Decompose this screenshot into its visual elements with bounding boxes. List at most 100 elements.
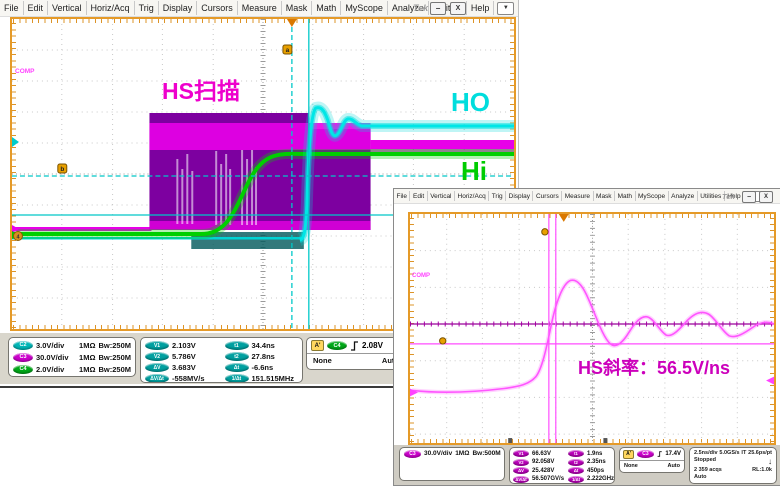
- cursor-handle-a[interactable]: [439, 337, 447, 345]
- measurement-row: ΔV/Δt -558MV/s: [145, 373, 219, 383]
- measurement-badge: V2: [513, 458, 529, 466]
- trigger-position-icon[interactable]: [286, 19, 297, 27]
- menu-overflow-button[interactable]: ▼: [497, 1, 515, 15]
- bottom-marker-2: [603, 438, 608, 443]
- menu-item[interactable]: Mask: [282, 1, 313, 15]
- measurement-row: t2 2.35ns: [568, 458, 614, 467]
- channel-readout-row[interactable]: C3 30.0V/div 1MΩ Bw:250M: [9, 351, 135, 363]
- channel-label-comp: COMP: [15, 68, 35, 75]
- channel-bandwidth: Bw:250M: [98, 340, 131, 350]
- measurement-value: 66.63V: [532, 450, 552, 457]
- measurement-row: t1 1.9ns: [568, 450, 614, 459]
- measurement-value: 151.515MHz: [251, 374, 295, 383]
- channel-readout-row[interactable]: C2 3.0V/div 1MΩ Bw:250M: [9, 339, 135, 351]
- menu-item[interactable]: Measure: [238, 1, 282, 15]
- channel-readouts: C2 3.0V/div 1MΩ Bw:250M C3 30.0V/div 1MΩ…: [8, 337, 136, 377]
- channel-scale: 30.0V/div: [36, 352, 69, 362]
- trigger-position-icon[interactable]: [558, 214, 569, 222]
- rising-edge-icon: [351, 340, 358, 351]
- measurement-badge: V1: [513, 450, 529, 458]
- svg-text:a: a: [286, 47, 290, 54]
- channel-badge: C2: [13, 340, 33, 350]
- measurement-value: 2.222GHz: [587, 476, 615, 483]
- minimize-button[interactable]: −: [742, 191, 756, 203]
- cursor-readouts: V1 2.103V V2 5.786V ΔV 3.683V ΔV/Δt -558…: [140, 337, 303, 383]
- menu-item[interactable]: File: [0, 1, 24, 15]
- menu-item[interactable]: Edit: [410, 191, 428, 201]
- measurement-value: -558MV/s: [172, 374, 205, 383]
- menu-item[interactable]: Vertical: [428, 191, 456, 201]
- trigger-level-marker[interactable]: [766, 376, 774, 385]
- measurement-value: 5.786V: [172, 352, 196, 361]
- trigger-readout: A' C4 2.08V None Auto: [306, 337, 406, 370]
- menu-item[interactable]: MyScope: [636, 191, 669, 201]
- menu-item[interactable]: File: [394, 191, 411, 201]
- cursor-readouts: V1 66.63V V2 92.058V ΔV 25.428V ΔV/Δt 56…: [509, 447, 615, 484]
- annotation-hi: Hi: [461, 156, 487, 186]
- menu-item[interactable]: Utilities: [698, 191, 725, 201]
- measurement-row: 1/Δt 2.222GHz: [568, 475, 615, 483]
- channel-impedance: 1MΩ: [79, 352, 96, 362]
- menu-item[interactable]: Trig: [489, 191, 507, 201]
- menu-item[interactable]: Trig: [135, 1, 159, 15]
- menu-item[interactable]: MyScope: [341, 1, 388, 15]
- cursor-handle-a[interactable]: a: [282, 44, 293, 55]
- measurement-badge: V2: [145, 352, 169, 361]
- measurement-value: 27.8ns: [251, 352, 275, 361]
- acq-status: Stopped: [694, 457, 716, 463]
- channel-readouts: C3 30.0V/div 1MΩ Bw:500M: [399, 447, 505, 481]
- down-arrow-icon: ↓: [768, 457, 772, 466]
- measurement-value: 34.4ns: [251, 341, 275, 350]
- measurement-value: 56.507GV/s: [532, 476, 565, 483]
- measurement-value: 2.35ns: [587, 459, 606, 466]
- menu-item[interactable]: Display: [159, 1, 198, 15]
- menu-item[interactable]: Horiz/Acq: [455, 191, 490, 201]
- menu-item[interactable]: Edit: [24, 1, 49, 15]
- menu-item[interactable]: Math: [312, 1, 342, 15]
- menu-item[interactable]: Math: [615, 191, 636, 201]
- measurement-badge: t2: [568, 458, 585, 466]
- channel-readout-row[interactable]: C3 30.0V/div 1MΩ Bw:500M: [400, 448, 504, 460]
- trigger-level-marker[interactable]: 4: [12, 231, 23, 241]
- record-length: RL:1.0k: [752, 467, 772, 473]
- measurement-badge: Δt: [224, 363, 249, 372]
- measurement-badge: t1: [224, 341, 249, 350]
- channel-marker-c2[interactable]: [12, 137, 19, 147]
- acq-count: 2 359 acqs: [694, 467, 722, 473]
- waveform-canvas: [410, 214, 774, 443]
- measurement-row: V1 66.63V: [513, 450, 564, 459]
- channel-badge: C3: [404, 450, 421, 458]
- channel-bandwidth: Bw:250M: [98, 364, 131, 374]
- readout-panel: C3 30.0V/div 1MΩ Bw:500M V1 66.63V V2 92…: [394, 445, 780, 485]
- trigger-mode: None: [313, 356, 332, 365]
- channel-readout-row[interactable]: C4 2.0V/div 1MΩ Bw:250M: [9, 363, 135, 375]
- oscilloscope-window-2: File Edit Vertical Horiz/Acq Trig Display Curs…: [393, 188, 780, 486]
- menu-item[interactable]: Measure: [562, 191, 594, 201]
- measurement-row: ΔV 25.428V: [513, 467, 564, 476]
- cursor-handle-b[interactable]: [541, 228, 549, 236]
- menu-item[interactable]: Vertical: [48, 1, 87, 15]
- channel-scale: 2.0V/div: [36, 364, 65, 374]
- menu-item[interactable]: Horiz/Acq: [87, 1, 135, 15]
- close-button[interactable]: X: [759, 191, 773, 203]
- close-button[interactable]: X: [450, 2, 466, 15]
- acq-sampling-mode: IT: [741, 450, 747, 456]
- channel-scale: 30.0V/div: [424, 450, 453, 458]
- channel-bandwidth: Bw:250M: [98, 352, 131, 362]
- trigger-a-badge: A': [311, 340, 324, 351]
- measurement-value: 1.9ns: [587, 450, 603, 457]
- measurement-value: 450ps: [587, 467, 605, 474]
- measurement-badge: 1/Δt: [224, 374, 249, 382]
- cursor-handle-b[interactable]: b: [57, 163, 68, 174]
- menu-item[interactable]: Cursors: [533, 191, 563, 201]
- channel-badge: C4: [13, 364, 33, 374]
- minimize-button[interactable]: −: [430, 2, 446, 15]
- menu-item[interactable]: Cursors: [197, 1, 238, 15]
- menu-item[interactable]: Display: [506, 191, 534, 201]
- measurement-value: 3.683V: [172, 363, 196, 372]
- menu-item[interactable]: Help: [467, 1, 495, 15]
- measurement-row: t2 27.8ns: [224, 351, 299, 362]
- menu-item[interactable]: Analyze: [669, 191, 698, 201]
- menu-item[interactable]: Mask: [594, 191, 616, 201]
- acq-mode: Auto: [694, 474, 707, 480]
